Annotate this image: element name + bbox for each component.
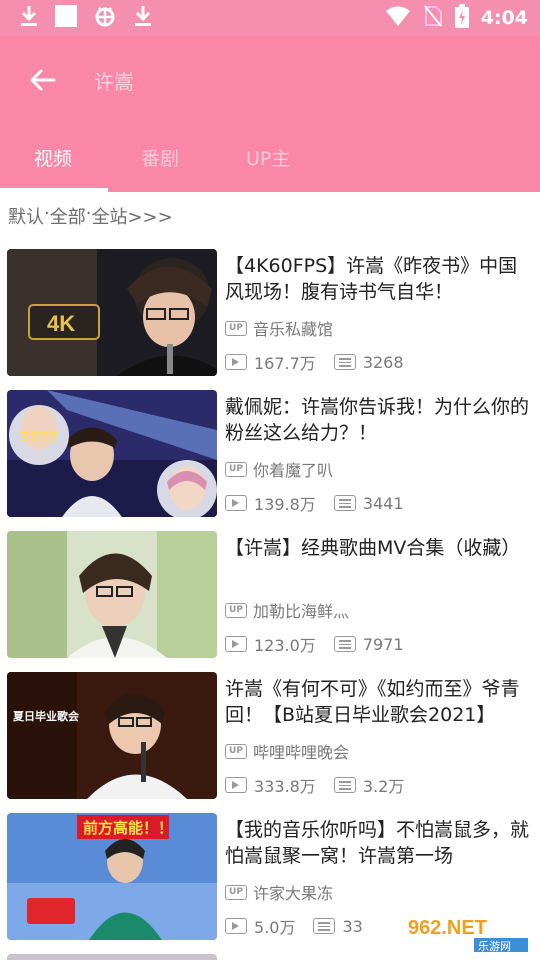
uploader-row: UP 你着魔了叭 xyxy=(225,457,333,481)
play-count-icon xyxy=(225,777,247,793)
app-header: 许嵩 视频 番剧 UP主 xyxy=(0,36,540,192)
play-count-icon xyxy=(225,636,247,652)
danmaku-count: 3441 xyxy=(362,493,404,513)
danmaku-icon xyxy=(333,636,356,652)
search-query-input[interactable]: 许嵩 xyxy=(94,66,134,95)
uploader-name[interactable]: 音乐私藏馆 xyxy=(253,316,333,340)
bug-icon xyxy=(92,4,118,32)
watermark-text: 962.NET xyxy=(408,917,487,939)
uploader-name[interactable]: 哔哩哔哩晚会 xyxy=(253,739,349,763)
video-list: 4K 【4K60FPS】许嵩《昨夜书》中国风现场！腹有诗书气自华！ UP 音乐私… xyxy=(0,249,540,954)
thumbnail-caption: 4K xyxy=(47,311,75,336)
video-title[interactable]: 许嵩《有何不可》《如约而至》爷青回！【B站夏日毕业歌会2021】 xyxy=(225,676,530,728)
thumbnail-caption: ???? xyxy=(19,429,58,446)
download-icon xyxy=(18,4,40,32)
wifi-icon xyxy=(385,5,411,31)
tab-bangumi[interactable]: 番剧 xyxy=(141,144,179,171)
tab-up-users[interactable]: UP主 xyxy=(246,144,290,171)
uploader-row: UP 许家大果冻 xyxy=(225,880,333,904)
stats-row: 167.7万 3268 xyxy=(225,350,404,374)
danmaku-icon xyxy=(313,918,336,934)
video-item[interactable]: ???? 戴佩妮：许嵩你告诉我！为什么你的粉丝这么给力？！ UP 你着魔了叭 1… xyxy=(0,390,540,531)
video-title[interactable]: 【许嵩】经典歌曲MV合集（收藏） xyxy=(225,535,530,587)
view-count: 167.7万 xyxy=(254,354,316,373)
video-thumbnail[interactable]: 前方高能！！ xyxy=(7,813,217,940)
watermark-sub: 乐游网 xyxy=(478,940,511,953)
video-thumbnail[interactable] xyxy=(7,531,217,658)
play-count-icon xyxy=(225,495,247,511)
watermark-logo: 962.NET 乐游网 xyxy=(400,908,532,956)
up-badge-icon: UP xyxy=(225,461,247,477)
image-icon xyxy=(54,4,78,32)
video-item[interactable]: 【许嵩】经典歌曲MV合集（收藏） UP 加勒比海鲜灬 123.0万 7971 xyxy=(0,531,540,672)
video-title[interactable]: 【我的音乐你听吗】不怕嵩鼠多，就怕嵩鼠聚一窝！许嵩第一场 xyxy=(225,817,530,869)
filter-bar: 默认 · 全部 · 全站>>> xyxy=(8,203,173,229)
view-count: 139.8万 xyxy=(254,495,316,514)
download-icon xyxy=(132,4,154,32)
video-title[interactable]: 【4K60FPS】许嵩《昨夜书》中国风现场！腹有诗书气自华！ xyxy=(225,253,530,305)
play-count-icon xyxy=(225,918,247,934)
uploader-row: UP 音乐私藏馆 xyxy=(225,316,333,340)
danmaku-icon xyxy=(333,777,356,793)
thumbnail-caption: 前方高能！！ xyxy=(83,819,173,837)
video-thumbnail[interactable]: 夏日毕业歌会 xyxy=(7,672,217,799)
tab-videos[interactable]: 视频 xyxy=(34,144,72,171)
back-button[interactable] xyxy=(22,60,62,100)
view-count: 5.0万 xyxy=(254,918,296,937)
stats-row: 333.8万 3.2万 xyxy=(225,773,404,797)
danmaku-icon xyxy=(333,354,356,370)
danmaku-count: 33 xyxy=(342,916,363,936)
danmaku-count: 7971 xyxy=(362,634,404,654)
stats-row: 139.8万 3441 xyxy=(225,491,404,515)
video-title[interactable]: 戴佩妮：许嵩你告诉我！为什么你的粉丝这么给力？！ xyxy=(225,394,530,446)
video-item[interactable]: 夏日毕业歌会 许嵩《有何不可》《如约而至》爷青回！【B站夏日毕业歌会2021】 … xyxy=(0,672,540,813)
view-count: 333.8万 xyxy=(254,777,316,796)
uploader-row: UP 哔哩哔哩晚会 xyxy=(225,739,349,763)
danmaku-count: 3268 xyxy=(362,352,404,372)
back-arrow-icon xyxy=(30,69,56,91)
uploader-row: UP 加勒比海鲜灬 xyxy=(225,598,349,622)
view-count: 123.0万 xyxy=(254,636,316,655)
stats-row: 5.0万 33 xyxy=(225,914,363,938)
uploader-name[interactable]: 许家大果冻 xyxy=(253,880,333,904)
up-badge-icon: UP xyxy=(225,743,247,759)
uploader-name[interactable]: 你着魔了叭 xyxy=(253,457,333,481)
filter-category[interactable]: 全部 xyxy=(50,203,86,229)
video-thumbnail[interactable]: ???? xyxy=(7,390,217,517)
tab-indicator xyxy=(0,188,108,192)
status-bar: 4:04 xyxy=(0,0,540,36)
tab-bar: 视频 番剧 UP主 xyxy=(0,136,540,192)
uploader-name[interactable]: 加勒比海鲜灬 xyxy=(253,598,349,622)
play-count-icon xyxy=(225,354,247,370)
video-item[interactable]: 4K 【4K60FPS】许嵩《昨夜书》中国风现场！腹有诗书气自华！ UP 音乐私… xyxy=(0,249,540,390)
up-badge-icon: UP xyxy=(225,602,247,618)
up-badge-icon: UP xyxy=(225,884,247,900)
video-thumbnail[interactable]: 4K xyxy=(7,249,217,376)
up-badge-icon: UP xyxy=(225,320,247,336)
filter-sort[interactable]: 默认 xyxy=(8,203,44,229)
no-sim-icon xyxy=(423,4,443,32)
danmaku-count: 3.2万 xyxy=(362,777,405,796)
status-time: 4:04 xyxy=(480,7,528,29)
danmaku-icon xyxy=(333,495,356,511)
next-thumbnail-edge xyxy=(7,954,217,960)
stats-row: 123.0万 7971 xyxy=(225,632,404,656)
filter-scope[interactable]: 全站>>> xyxy=(91,203,172,229)
thumbnail-caption: 夏日毕业歌会 xyxy=(13,709,80,723)
battery-charging-icon xyxy=(454,4,469,32)
